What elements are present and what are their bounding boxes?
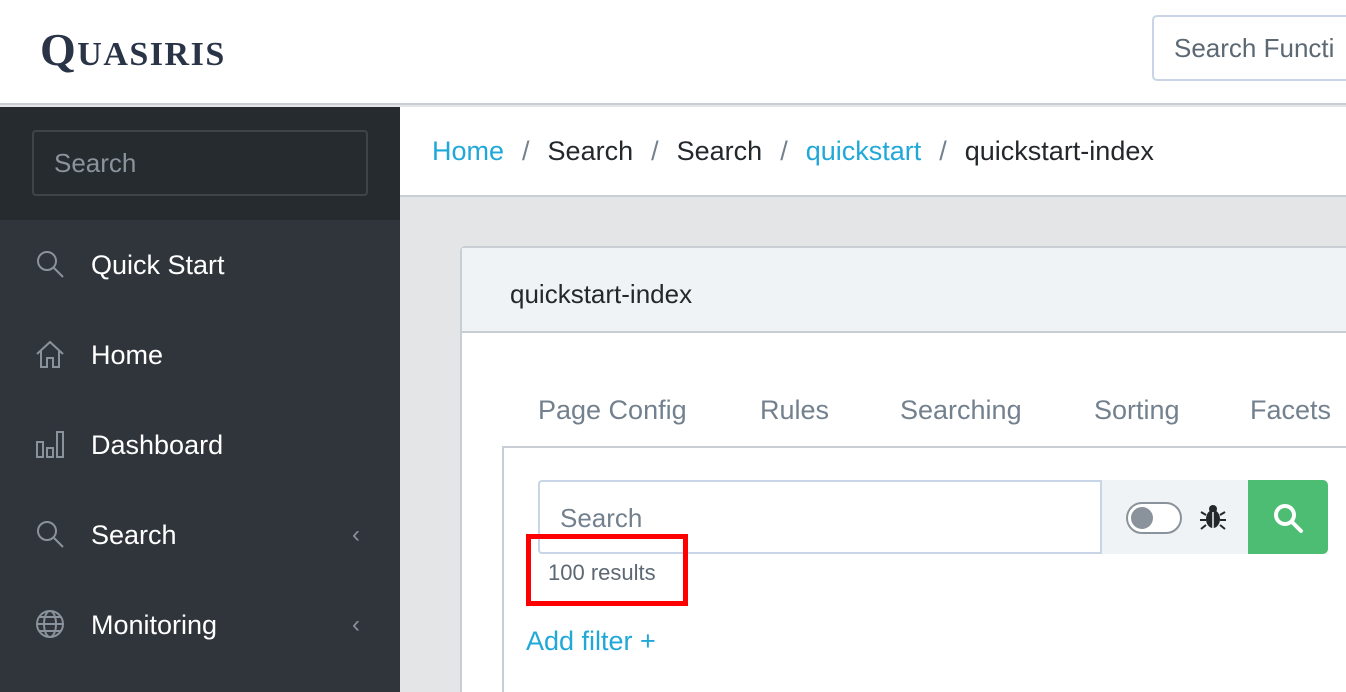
chevron-left-icon: ‹ bbox=[352, 521, 360, 548]
sidebar-item-label: Quick Start bbox=[91, 250, 225, 280]
tab-rules[interactable]: Rules bbox=[760, 392, 829, 428]
logo-initial: Q bbox=[40, 24, 78, 75]
breadcrumb-separator: / bbox=[651, 135, 659, 166]
bar-chart-icon bbox=[34, 428, 66, 460]
sidebar-item-search[interactable]: Search ‹ bbox=[0, 490, 400, 580]
sidebar-search-input[interactable]: Search bbox=[32, 130, 368, 196]
search-button[interactable] bbox=[1248, 480, 1328, 554]
globe-icon bbox=[34, 608, 66, 640]
breadcrumb-search-1: Search bbox=[547, 135, 634, 166]
logo-text: UASIRIS bbox=[77, 36, 226, 73]
header-search-input[interactable]: Search Functi bbox=[1152, 15, 1346, 81]
sidebar-item-home[interactable]: Home bbox=[0, 310, 400, 400]
breadcrumb-home[interactable]: Home bbox=[432, 136, 504, 167]
tab-sorting[interactable]: Sorting bbox=[1094, 392, 1180, 428]
toggle-knob bbox=[1131, 507, 1153, 529]
search-addon bbox=[1102, 480, 1248, 554]
search-icon bbox=[34, 518, 66, 550]
sidebar-item-label: Home bbox=[91, 340, 164, 370]
breadcrumb-separator: / bbox=[939, 135, 947, 166]
add-filter-link[interactable]: Add filter + bbox=[526, 623, 656, 659]
app-logo[interactable]: QUASIRIS bbox=[40, 26, 226, 79]
tab-bar: Page Config Rules Searching Sorting Face… bbox=[502, 378, 1346, 448]
home-icon bbox=[34, 338, 66, 370]
results-count: 100 results bbox=[548, 560, 656, 585]
sidebar: Search Quick Start Home Dashboard Search… bbox=[0, 107, 400, 692]
breadcrumb-current: quickstart-index bbox=[964, 135, 1154, 166]
sidebar-item-dashboard[interactable]: Dashboard bbox=[0, 400, 400, 490]
sidebar-item-monitoring[interactable]: Monitoring ‹ bbox=[0, 580, 400, 670]
sidebar-item-label: Dashboard bbox=[91, 430, 224, 460]
breadcrumb: Home / Search / Search / quickstart / qu… bbox=[400, 107, 1346, 197]
tab-content: Search 100 results Add filter + bbox=[502, 446, 1346, 692]
tab-facets[interactable]: Facets bbox=[1250, 392, 1331, 428]
top-header: QUASIRIS Search Functi bbox=[0, 0, 1346, 105]
breadcrumb-separator: / bbox=[780, 135, 788, 166]
sidebar-search-area: Search bbox=[0, 107, 400, 220]
breadcrumb-search-2: Search bbox=[676, 135, 763, 166]
sidebar-item-label: Monitoring bbox=[91, 610, 218, 640]
card-title: quickstart-index bbox=[462, 248, 1346, 333]
search-icon bbox=[1274, 504, 1303, 533]
tab-page-config[interactable]: Page Config bbox=[538, 392, 687, 428]
debug-toggle[interactable] bbox=[1126, 502, 1182, 534]
breadcrumb-quickstart[interactable]: quickstart bbox=[806, 136, 922, 167]
tab-searching[interactable]: Searching bbox=[900, 392, 1022, 428]
search-icon bbox=[34, 248, 66, 280]
sidebar-item-quick-start[interactable]: Quick Start bbox=[0, 220, 400, 310]
chevron-left-icon: ‹ bbox=[352, 611, 360, 638]
sidebar-item-label: Search bbox=[91, 520, 177, 550]
breadcrumb-separator: / bbox=[522, 135, 530, 166]
index-card: quickstart-index Page Config Rules Searc… bbox=[460, 246, 1346, 692]
bug-icon bbox=[1198, 502, 1228, 532]
